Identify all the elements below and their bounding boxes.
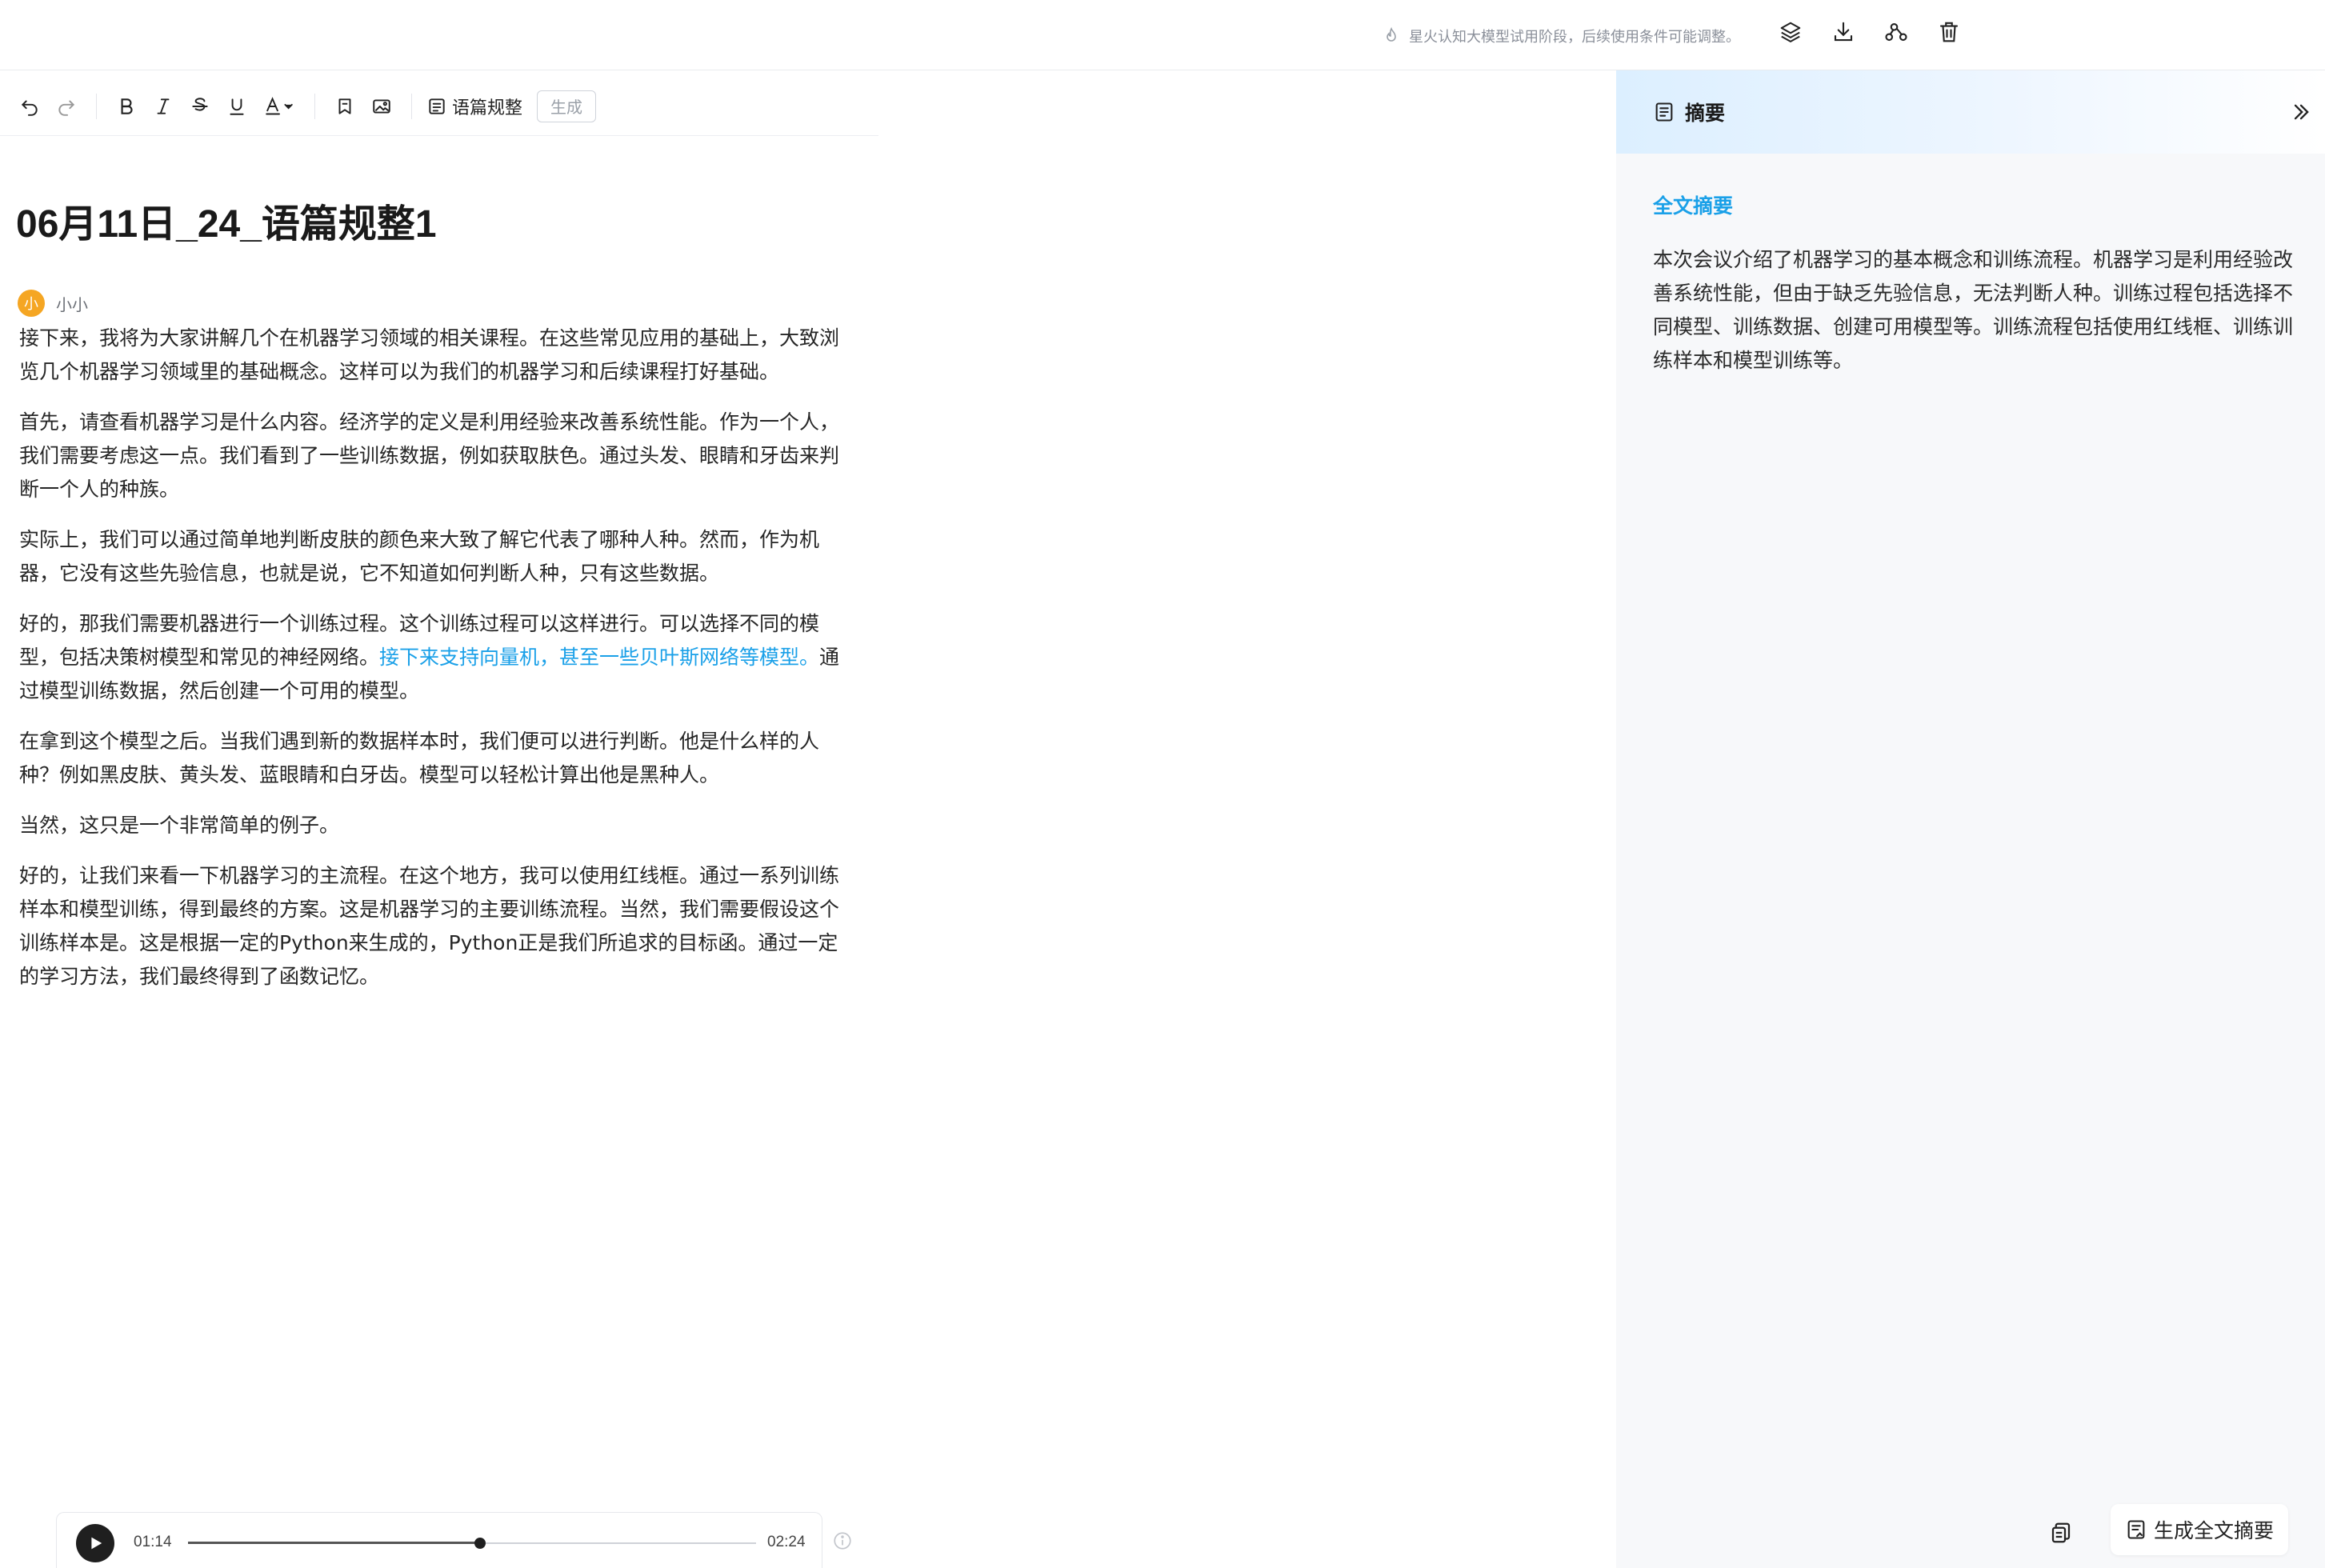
trial-notice: 星火认知大模型试用阶段，后续使用条件可能调整。 xyxy=(1382,22,1740,50)
summary-generate-icon xyxy=(2127,1520,2145,1539)
image-icon xyxy=(373,98,390,114)
italic-button[interactable] xyxy=(145,88,182,125)
redo-icon xyxy=(58,100,75,116)
layers-icon xyxy=(1780,22,1801,42)
copy-icon xyxy=(2051,1522,2071,1543)
trial-notice-text: 星火认知大模型试用阶段，后续使用条件可能调整。 xyxy=(1409,29,1740,46)
bookmark-icon xyxy=(338,98,351,114)
current-time: 01:14 xyxy=(134,1534,172,1550)
share-icon xyxy=(1885,22,1907,42)
summary-panel-footer: 生成全文摘要 xyxy=(1616,1496,2325,1568)
info-icon[interactable] xyxy=(832,1530,853,1551)
underline-button[interactable] xyxy=(218,88,255,125)
flame-icon xyxy=(1387,26,1396,42)
discourse-format-label: 语篇规整 xyxy=(452,98,523,118)
undo-button[interactable] xyxy=(11,88,48,125)
summary-text: 本次会议介绍了机器学习的基本概念和训练流程。机器学习是利用经验改善系统性能，但由… xyxy=(1653,248,2294,372)
copy-button[interactable] xyxy=(2045,1515,2077,1550)
top-bar: 星火认知大模型试用阶段，后续使用条件可能调整。 xyxy=(0,0,2325,70)
paragraph[interactable]: 接下来，我将为大家讲解几个在机器学习领域的相关课程。在这些常见应用的基础上，大致… xyxy=(19,322,855,389)
redo-button[interactable] xyxy=(48,88,85,125)
summary-icon xyxy=(1655,102,1673,122)
delete-icon xyxy=(1939,22,1959,42)
share-button[interactable] xyxy=(1880,16,1912,48)
layers-button[interactable] xyxy=(1775,16,1807,48)
discourse-format-button[interactable]: 语篇规整 xyxy=(423,88,526,125)
strikethrough-button[interactable] xyxy=(182,88,218,125)
toolbar-divider xyxy=(96,93,97,119)
paragraph[interactable]: 当然，这只是一个非常简单的例子。 xyxy=(19,809,855,842)
paragraph[interactable]: 实际上，我们可以通过简单地判断皮肤的颜色来大致了解它代表了哪种人种。然而，作为机… xyxy=(19,523,855,590)
audio-player: 01:14 02:24 xyxy=(56,1512,822,1568)
generate-button[interactable]: 生成 xyxy=(537,90,597,122)
image-button[interactable] xyxy=(363,88,400,125)
editor-toolbar: 语篇规整 生成 xyxy=(0,77,878,136)
progress-fill xyxy=(188,1542,480,1544)
generate-summary-label: 生成全文摘要 xyxy=(2153,1519,2274,1542)
summary-panel-header: 摘要 xyxy=(1616,70,2325,154)
summary-panel-title: 摘要 xyxy=(1685,102,1726,125)
bold-icon xyxy=(121,98,133,114)
toolbar-divider xyxy=(314,93,315,119)
bold-button[interactable] xyxy=(108,88,145,125)
speaker-name[interactable]: 小小 xyxy=(56,292,88,315)
highlighted-text[interactable]: 接下来支持向量机，甚至一些贝叶斯网络等模型。 xyxy=(379,646,819,669)
paragraph[interactable]: 首先，请查看机器学习是什么内容。经济学的定义是利用经验来改善系统性能。作为一个人… xyxy=(19,406,855,506)
download-icon xyxy=(1834,22,1853,42)
paragraph[interactable]: 好的，那我们需要机器进行一个训练过程。这个训练过程可以这样进行。可以选择不同的模… xyxy=(19,607,855,708)
summary-panel: 摘要 全文摘要 本次会议介绍了机器学习的基本概念和训练流程。机器学习是利用经验改… xyxy=(1616,70,2325,1568)
collapse-panel-button[interactable] xyxy=(2285,96,2317,128)
top-actions xyxy=(1775,16,1965,48)
download-button[interactable] xyxy=(1827,16,1859,48)
play-icon xyxy=(91,1537,102,1550)
paragraph[interactable]: 好的，让我们来看一下机器学习的主流程。在这个地方，我可以使用红线框。通过一系列训… xyxy=(19,859,855,994)
font-color-icon xyxy=(266,96,293,114)
delete-button[interactable] xyxy=(1933,16,1965,48)
paragraph[interactable]: 在拿到这个模型之后。当我们遇到新的数据样本时，我们便可以进行判断。他是什么样的人… xyxy=(19,725,855,792)
discourse-format-icon xyxy=(429,98,445,114)
progress-slider[interactable] xyxy=(188,1538,756,1549)
font-color-button[interactable] xyxy=(255,88,303,125)
document-title[interactable]: 06月11日_24_语篇规整1 xyxy=(16,192,437,248)
summary-section-title: 全文摘要 xyxy=(1653,194,1734,218)
italic-icon xyxy=(157,98,170,114)
strikethrough-icon xyxy=(192,97,208,111)
total-time: 02:24 xyxy=(767,1534,806,1550)
bookmark-button[interactable] xyxy=(326,88,363,125)
underline-icon xyxy=(230,98,244,115)
toolbar-divider xyxy=(411,93,412,119)
speaker-info: 小 小小 xyxy=(18,290,88,317)
document-body[interactable]: 接下来，我将为大家讲解几个在机器学习领域的相关课程。在这些常见应用的基础上，大致… xyxy=(19,322,855,1010)
undo-icon xyxy=(21,100,38,116)
generate-summary-button[interactable]: 生成全文摘要 xyxy=(2111,1504,2288,1555)
speaker-avatar[interactable]: 小 xyxy=(18,290,45,317)
play-button[interactable] xyxy=(76,1524,114,1562)
double-chevron-right-icon xyxy=(2294,104,2309,120)
progress-handle[interactable] xyxy=(474,1538,486,1549)
